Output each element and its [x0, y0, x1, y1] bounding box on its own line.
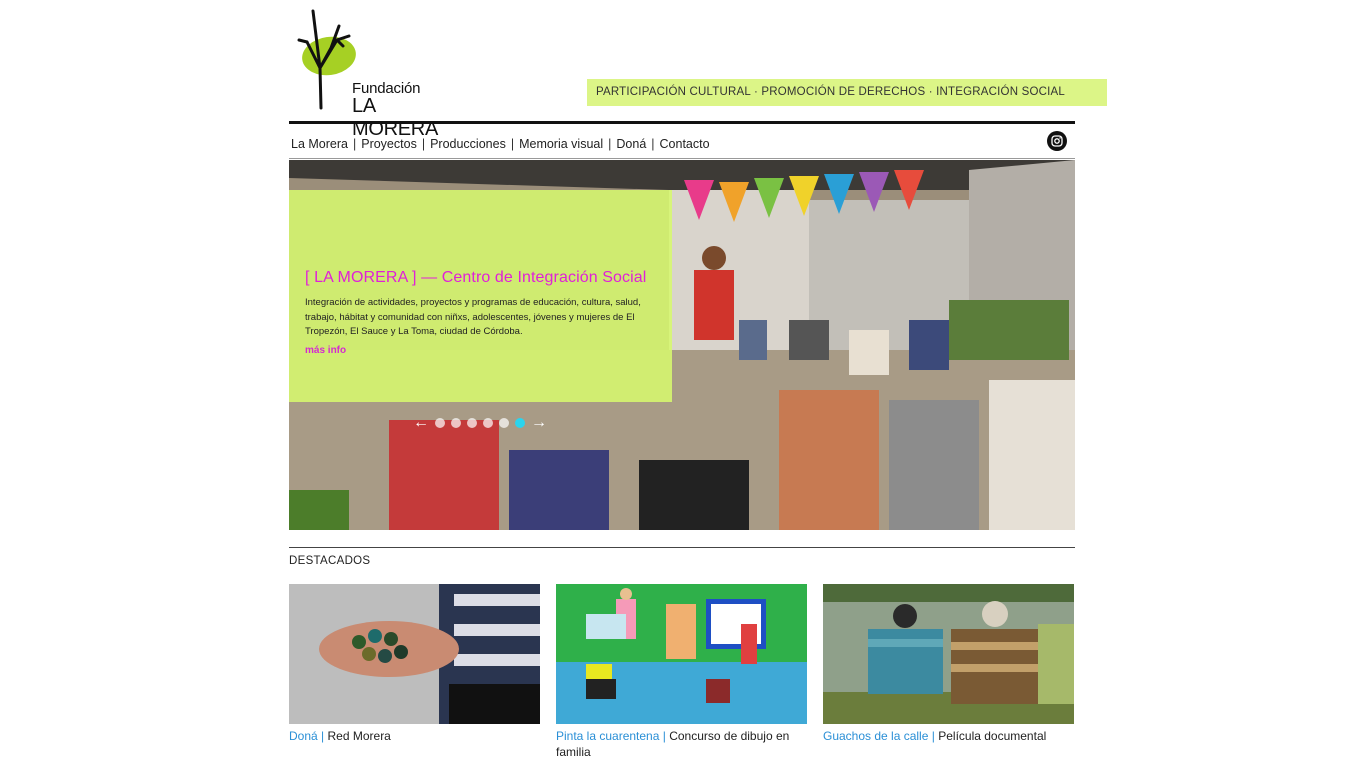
nav-item-proyectos[interactable]: Proyectos	[361, 137, 417, 151]
card-caption: Guachos de la calle | Película documenta…	[823, 728, 1074, 744]
destacados-heading: DESTACADOS	[289, 555, 371, 567]
arrow-right-icon[interactable]: →	[531, 415, 547, 431]
logo-text-big: LA MORERA	[352, 95, 438, 140]
nav-item-la-morera[interactable]: La Morera	[291, 137, 348, 151]
card-guachos-de-la-calle: Guachos de la calle | Película documenta…	[823, 584, 1074, 744]
card-link-pinta-la-cuarentena[interactable]: Pinta la cuarentena	[556, 729, 659, 743]
hero-slider: [ LA MORERA ] — Centro de Integración So…	[289, 160, 1075, 530]
slider-controls: ← →	[413, 415, 547, 431]
nav-separator: |	[421, 137, 426, 151]
nav-separator: |	[608, 137, 612, 151]
hero-more-link[interactable]: más info	[305, 345, 346, 356]
slider-dot[interactable]	[451, 418, 461, 428]
main-nav: La Morera | Proyectos | Producciones | Memoria…	[291, 137, 710, 151]
card-caption: Pinta la cuarentena | Concurso de dibujo…	[556, 728, 807, 760]
slider-dot[interactable]	[499, 418, 509, 428]
card-text: Película documental	[938, 729, 1047, 743]
arrow-left-icon[interactable]: ←	[413, 415, 429, 431]
nav-item-dona[interactable]: Doná	[616, 137, 646, 151]
card-link-guachos-de-la-calle[interactable]: Guachos de la calle	[823, 729, 928, 743]
nav-separator: |	[651, 137, 655, 151]
destacados-divider	[289, 547, 1075, 548]
card-separator: |	[662, 729, 666, 743]
hero-title: [ LA MORERA ] — Centro de Integración So…	[305, 269, 647, 286]
card-dona: Doná | Red Morera	[289, 584, 540, 744]
hero-description: Integración de actividades, proyectos y …	[305, 297, 641, 337]
card-image-drawing[interactable]	[556, 584, 807, 724]
nav-separator: |	[510, 137, 515, 151]
card-image-marbles[interactable]	[289, 584, 540, 724]
hero-caption: [ LA MORERA ] — Centro de Integración So…	[289, 190, 672, 402]
card-text: Red Morera	[327, 729, 391, 743]
instagram-icon[interactable]	[1047, 131, 1067, 151]
slider-dot[interactable]	[467, 418, 477, 428]
card-image-river[interactable]	[823, 584, 1074, 724]
logo[interactable]: Fundación LA MORERA	[297, 8, 457, 140]
slider-dot-active[interactable]	[515, 418, 525, 428]
card-link-dona[interactable]: Doná	[289, 729, 318, 743]
slider-dot[interactable]	[483, 418, 493, 428]
nav-item-producciones[interactable]: Producciones	[430, 137, 506, 151]
header-divider	[289, 121, 1075, 124]
nav-separator: |	[352, 137, 357, 151]
instagram-glyph	[1051, 135, 1063, 147]
card-separator: |	[931, 729, 935, 743]
card-separator: |	[321, 729, 325, 743]
slider-dot[interactable]	[435, 418, 445, 428]
nav-divider	[289, 158, 1075, 159]
card-pinta-la-cuarentena: Pinta la cuarentena | Concurso de dibujo…	[556, 584, 807, 760]
card-caption: Doná | Red Morera	[289, 728, 540, 744]
nav-item-memoria-visual[interactable]: Memoria visual	[519, 137, 603, 151]
tagline: PARTICIPACIÓN CULTURAL · PROMOCIÓN DE DE…	[587, 79, 1107, 106]
page: Fundación LA MORERA PARTICIPACIÓN CULTUR…	[289, 0, 1107, 768]
nav-item-contacto[interactable]: Contacto	[660, 137, 710, 151]
